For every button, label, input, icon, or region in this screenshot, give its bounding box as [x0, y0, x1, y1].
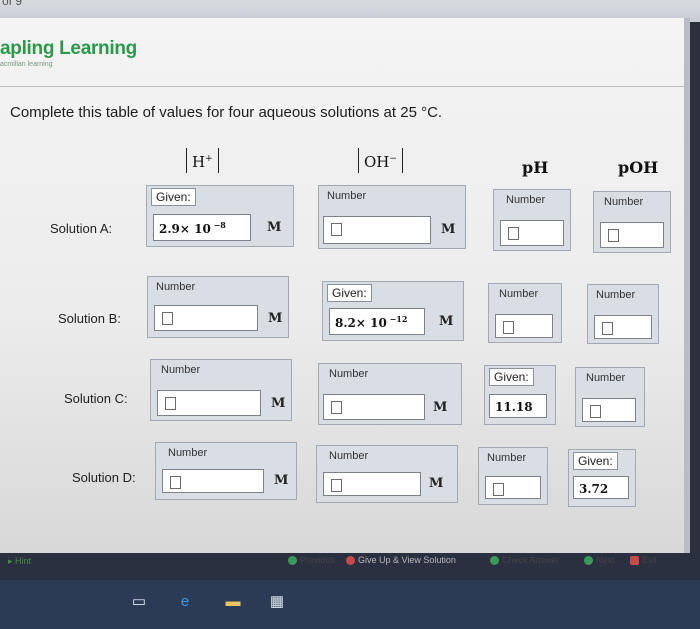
given-value-d-poh: 3.72	[573, 476, 629, 499]
column-header-ph: pH	[522, 158, 549, 177]
page-counter-fragment: of 9	[2, 0, 23, 8]
column-header-h: H+	[186, 148, 219, 173]
unit-m: M	[429, 476, 444, 491]
store-icon[interactable]: ▦	[268, 593, 286, 611]
cell-d-poh: Given: 3.72	[568, 449, 636, 507]
unit-m: M	[439, 314, 454, 329]
brand-title: apling Learning	[0, 38, 137, 59]
number-caption: Number	[329, 450, 369, 462]
number-caption: Number	[156, 281, 196, 293]
question-text: Complete this table of values for four a…	[10, 104, 443, 121]
given-value-c-ph: 11.18	[489, 394, 547, 418]
exit-button[interactable]: Exit	[630, 555, 657, 565]
input-d-h[interactable]	[162, 469, 264, 493]
cell-d-ph: Number	[478, 447, 548, 505]
row-label-solution-a: Solution A:	[50, 221, 113, 236]
number-caption: Number	[506, 194, 546, 206]
input-b-poh[interactable]	[594, 315, 652, 339]
cell-c-h: Number M	[150, 359, 292, 421]
number-caption: Number	[604, 196, 644, 208]
given-label: Given:	[151, 188, 196, 206]
number-caption: Number	[327, 190, 367, 202]
assignment-footer: ▸ Hint Previous Give Up & View Solution …	[0, 548, 690, 570]
unit-m: M	[271, 396, 286, 411]
cell-c-oh: Number M	[318, 363, 462, 425]
cell-d-oh: Number M	[316, 445, 458, 503]
row-label-solution-c: Solution C:	[64, 391, 128, 406]
cell-b-ph: Number	[488, 283, 562, 343]
given-label: Given:	[573, 452, 618, 470]
input-c-poh[interactable]	[582, 398, 636, 422]
number-caption: Number	[161, 364, 201, 376]
cell-a-h: Given: 2.9× 10 −8 M	[146, 185, 294, 247]
next-button[interactable]: Next	[584, 555, 615, 565]
cell-b-poh: Number	[587, 284, 659, 344]
column-header-oh: OH−	[358, 148, 403, 173]
input-d-oh[interactable]	[323, 472, 421, 496]
unit-m: M	[433, 400, 448, 415]
cell-c-ph: Given: 11.18	[484, 365, 556, 425]
cell-a-poh: Number	[593, 191, 671, 253]
row-label-solution-b: Solution B:	[58, 311, 121, 326]
input-b-h[interactable]	[154, 305, 258, 331]
column-header-poh: pOH	[618, 158, 659, 177]
assignment-page: apling Learning acmillan learning Comple…	[0, 18, 690, 566]
header-divider	[0, 86, 690, 87]
cell-a-oh: Number M	[318, 185, 466, 249]
previous-arrow-icon	[288, 555, 297, 565]
give-up-button[interactable]: Give Up & View Solution	[346, 555, 456, 565]
cell-c-poh: Number	[575, 367, 645, 427]
number-caption: Number	[329, 368, 369, 380]
number-caption: Number	[168, 447, 208, 459]
input-a-oh[interactable]	[323, 216, 431, 244]
number-caption: Number	[596, 289, 636, 301]
cell-b-oh: Given: 8.2× 10 −12 M	[322, 281, 464, 341]
unit-m: M	[267, 220, 282, 235]
given-label: Given:	[489, 368, 534, 386]
hint-arrow-icon: ▸	[8, 556, 13, 566]
brand-subtitle: acmillan learning	[0, 61, 53, 68]
next-arrow-icon	[584, 555, 593, 565]
given-label: Given:	[327, 284, 372, 302]
input-c-h[interactable]	[157, 390, 261, 416]
input-b-ph[interactable]	[495, 314, 553, 338]
row-label-solution-d: Solution D:	[72, 470, 136, 485]
number-caption: Number	[586, 372, 626, 384]
input-a-poh[interactable]	[600, 222, 664, 248]
input-a-ph[interactable]	[500, 220, 564, 246]
windows-taskbar: ▭ e ▬ ▦	[0, 580, 700, 629]
number-caption: Number	[487, 452, 527, 464]
input-c-oh[interactable]	[323, 394, 425, 420]
task-view-icon[interactable]: ▭	[130, 593, 148, 611]
cell-b-h: Number M	[147, 276, 289, 338]
edge-browser-icon[interactable]: e	[176, 593, 194, 611]
given-value-b-oh: 8.2× 10 −12	[329, 308, 425, 335]
cell-d-h: Number M	[155, 442, 297, 500]
unit-m: M	[441, 222, 456, 237]
input-d-ph[interactable]	[485, 476, 541, 499]
give-up-icon	[346, 555, 355, 565]
unit-m: M	[268, 311, 283, 326]
previous-button[interactable]: Previous	[288, 555, 335, 565]
given-value-a-h: 2.9× 10 −8	[153, 214, 251, 241]
check-icon	[490, 555, 499, 565]
exit-icon	[630, 555, 639, 565]
brand-logo: apling Learning acmillan learning	[0, 38, 137, 68]
check-answer-button[interactable]: Check Answer	[490, 555, 560, 565]
number-caption: Number	[499, 288, 539, 300]
unit-m: M	[274, 473, 289, 488]
hint-button[interactable]: ▸ Hint	[8, 556, 31, 567]
cell-a-ph: Number	[493, 189, 571, 251]
file-explorer-icon[interactable]: ▬	[224, 593, 242, 611]
